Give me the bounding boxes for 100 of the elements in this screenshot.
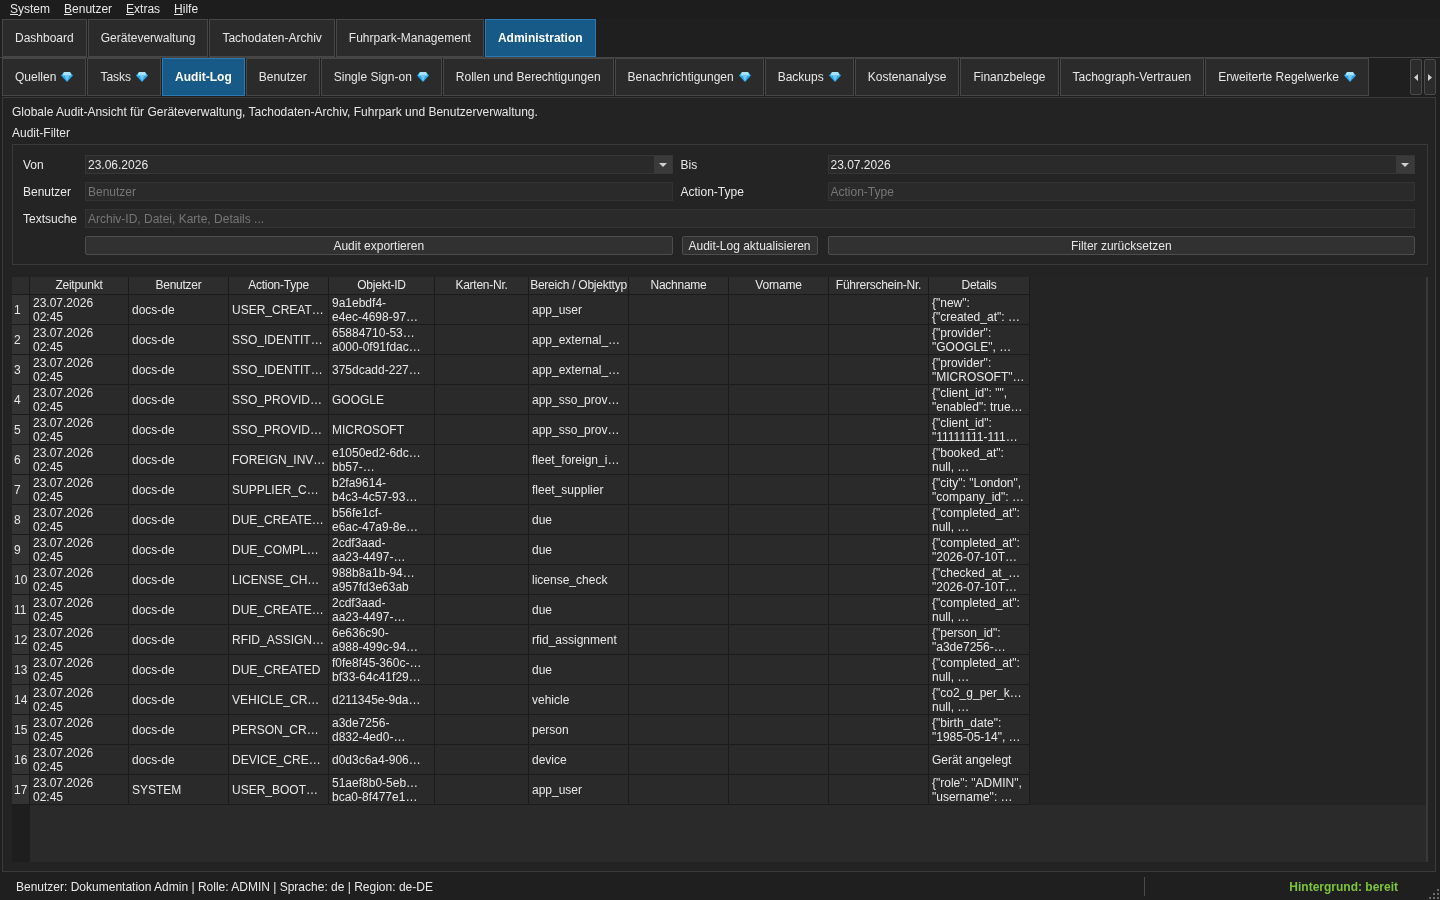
- table-cell: docs-de: [129, 355, 229, 385]
- table-cell: docs-de: [129, 475, 229, 505]
- tab[interactable]: Erweiterte Regelwerke: [1205, 58, 1369, 96]
- row-number: 10: [12, 565, 30, 595]
- action-type-field[interactable]: Action-Type: [827, 182, 1415, 201]
- row-number: 13: [12, 655, 30, 685]
- table-cell: docs-de: [129, 715, 229, 745]
- table-cell: RFID_ASSIGN…: [229, 625, 329, 655]
- column-header[interactable]: Nachname: [629, 277, 729, 295]
- table-corner-header: [12, 277, 30, 295]
- table-cell: docs-de: [129, 565, 229, 595]
- search-field[interactable]: Archiv-ID, Datei, Karte, Details ...: [85, 209, 1415, 228]
- column-header[interactable]: Benutzer: [129, 277, 229, 295]
- table-cell: d211345e-9da…: [329, 685, 435, 715]
- table-cell: 2cdf3aad- aa23-4497-…: [329, 535, 435, 565]
- user-filter-field[interactable]: Benutzer: [85, 182, 673, 201]
- date-combo-box[interactable]: 23.06.2026: [85, 155, 673, 174]
- row-number: 12: [12, 625, 30, 655]
- tab[interactable]: Dashboard: [2, 19, 87, 57]
- column-header[interactable]: Objekt-ID: [329, 277, 435, 295]
- row-number: 8: [12, 505, 30, 535]
- table-cell: docs-de: [129, 415, 229, 445]
- table-cell: SSO_PROVID…: [229, 385, 329, 415]
- left-triangle-icon: [1414, 73, 1418, 81]
- column-header[interactable]: Details: [929, 277, 1030, 295]
- table-cell: {"booked_at": null, …: [929, 445, 1030, 475]
- tab[interactable]: Kostenanalyse: [854, 58, 960, 96]
- tab-scroll-left-button[interactable]: [1410, 59, 1422, 95]
- row-number: 4: [12, 385, 30, 415]
- tab[interactable]: Geräteverwaltung: [87, 19, 209, 57]
- table-cell: app_sso_prov…: [529, 415, 629, 445]
- table-cell: SSO_PROVID…: [229, 415, 329, 445]
- column-header[interactable]: Bereich / Objekttyp: [529, 277, 629, 295]
- field-label: Textsuche: [23, 211, 78, 226]
- table-cell: SUPPLIER_C…: [229, 475, 329, 505]
- tab[interactable]: Quellen: [2, 58, 87, 96]
- export-button[interactable]: Audit exportieren: [85, 236, 673, 255]
- table-cell: 23.07.2026 02:45: [30, 775, 129, 805]
- tab[interactable]: Fuhrpark-Management: [335, 19, 484, 57]
- table-cell: 23.07.2026 02:45: [30, 745, 129, 775]
- table-cell: 23.07.2026 02:45: [30, 445, 129, 475]
- table-cell: USER_BOOT…: [229, 775, 329, 805]
- table-cell: {"birth_date": "1985-05-14", …: [929, 715, 1030, 745]
- table-cell: e1050ed2-6dc… bb57-…: [329, 445, 435, 475]
- table-cell: due: [529, 595, 629, 625]
- tab[interactable]: Backups: [764, 58, 854, 96]
- menu-item[interactable]: Extras: [119, 1, 168, 18]
- column-header[interactable]: Zeitpunkt: [30, 277, 129, 295]
- table-cell: {"completed_at": null, …: [929, 595, 1030, 625]
- menu-item[interactable]: System: [3, 1, 58, 18]
- table-cell: SSO_IDENTIT…: [229, 325, 329, 355]
- table-cell: app_external_…: [529, 325, 629, 355]
- column-header[interactable]: Karten-Nr.: [435, 277, 529, 295]
- tab[interactable]: Tasks: [87, 58, 162, 96]
- tab[interactable]: Audit-Log: [162, 58, 245, 96]
- table-cell: 6e636c90- a988-499c-94…: [329, 625, 435, 655]
- table-cell: docs-de: [129, 505, 229, 535]
- table-cell: Gerät angelegt: [929, 745, 1030, 775]
- table-cell: due: [529, 655, 629, 685]
- table-cell: GOOGLE: [329, 385, 435, 415]
- table-cell: 2cdf3aad- aa23-4497-…: [329, 595, 435, 625]
- tab[interactable]: Rollen und Berechtigungen: [442, 58, 614, 96]
- row-number: 6: [12, 445, 30, 475]
- field-label: Von: [23, 157, 44, 172]
- table-cell: app_external_…: [529, 355, 629, 385]
- row-number: 11: [12, 595, 30, 625]
- table-cell: 51aef8b0-5eb… bca0-8f477e1…: [329, 775, 435, 805]
- table-cell: docs-de: [129, 625, 229, 655]
- tab[interactable]: Benutzer: [245, 58, 320, 96]
- table-cell: 23.07.2026 02:45: [30, 505, 129, 535]
- menu-item[interactable]: Benutzer: [57, 1, 120, 18]
- table-cell: 375dcadd-227…: [329, 355, 435, 385]
- reset-filter-button[interactable]: Filter zurücksetzen: [827, 236, 1415, 255]
- table-cell: DUE_CREATED: [229, 655, 329, 685]
- table-cell: b56fe1cf- e6ac-47a9-8e…: [329, 505, 435, 535]
- tab[interactable]: Benachrichtigungen: [614, 58, 764, 96]
- table-cell: docs-de: [129, 325, 229, 355]
- date-combo-box[interactable]: 23.07.2026: [827, 155, 1415, 174]
- table-cell: 23.07.2026 02:45: [30, 415, 129, 445]
- tab[interactable]: Tachograph-Vertrauen: [1059, 58, 1205, 96]
- tab-scroll-right-button[interactable]: [1424, 59, 1436, 95]
- tab[interactable]: Tachodaten-Archiv: [209, 19, 335, 57]
- table-cell: 988b8a1b-94… a957fd3e63ab: [329, 565, 435, 595]
- tab[interactable]: Administration: [484, 19, 596, 57]
- tab[interactable]: Single Sign-on: [320, 58, 442, 96]
- field-label: Action-Type: [680, 184, 744, 199]
- description-text: Globale Audit-Ansicht für Geräteverwaltung, Tachodaten-Archiv, Fuhrpark und Benutzerverwaltung.: [12, 105, 538, 119]
- table-cell: FOREIGN_INV…: [229, 445, 329, 475]
- row-number: 14: [12, 685, 30, 715]
- row-number: 15: [12, 715, 30, 745]
- table-cell: {"completed_at": null, …: [929, 655, 1030, 685]
- menu-item[interactable]: Hilfe: [167, 1, 206, 18]
- table-cell: 9a1ebdf4- e4ec-4698-97…: [329, 295, 435, 325]
- column-header[interactable]: Action-Type: [229, 277, 329, 295]
- table-cell: docs-de: [129, 535, 229, 565]
- column-header[interactable]: Vorname: [729, 277, 829, 295]
- table-cell: 23.07.2026 02:45: [30, 475, 129, 505]
- refresh-button[interactable]: Audit-Log aktualisieren: [681, 236, 818, 255]
- column-header[interactable]: Führerschein-Nr.: [829, 277, 929, 295]
- tab[interactable]: Finanzbelege: [960, 58, 1059, 96]
